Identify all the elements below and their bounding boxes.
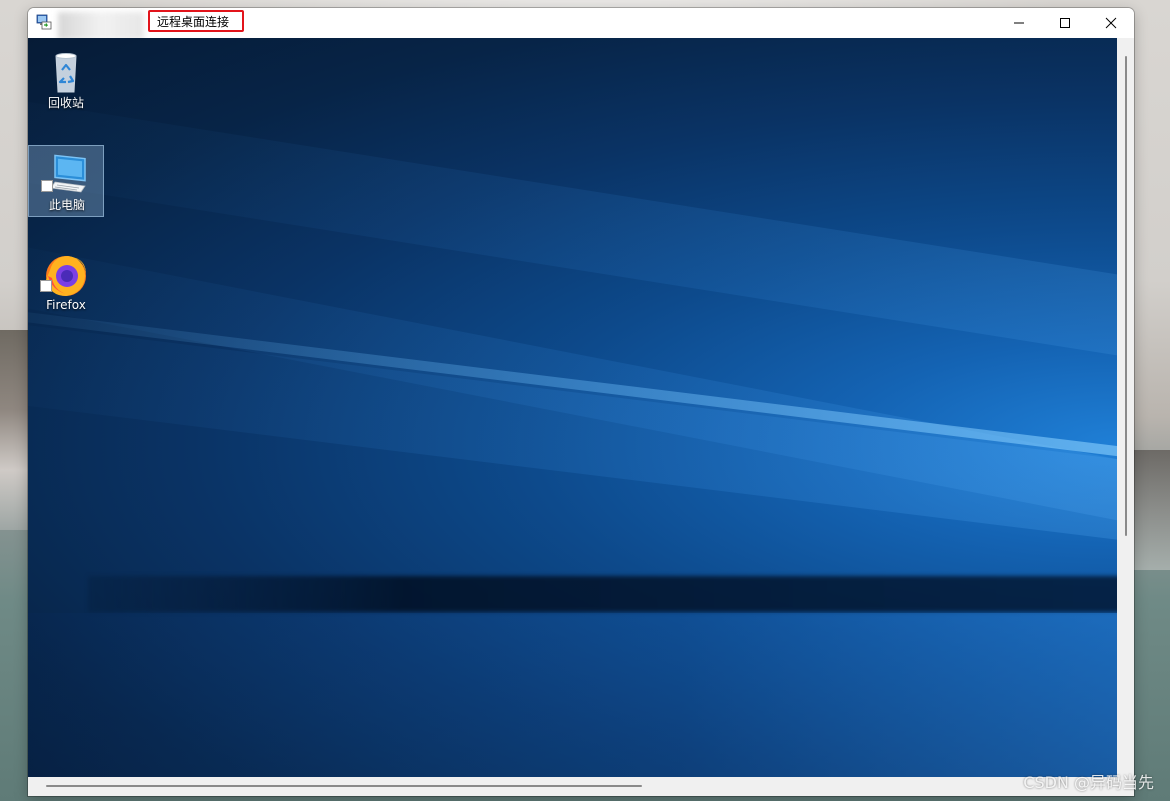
host-wallpaper-hill-right <box>1130 450 1170 570</box>
desktop-icon-recycle-bin[interactable]: 回收站 <box>28 44 104 116</box>
remote-desktop-screen[interactable]: 回收站 此电脑 Firefox <box>28 38 1117 777</box>
minimize-icon <box>1014 22 1024 24</box>
wallpaper-light-beam <box>28 313 1117 564</box>
desktop-icon-firefox[interactable]: Firefox <box>28 246 104 318</box>
horizontal-scrollbar-thumb[interactable] <box>46 785 642 787</box>
vertical-scrollbar-thumb[interactable] <box>1125 56 1127 536</box>
desktop-icon-this-pc[interactable]: 此电脑 <box>28 145 104 217</box>
host-wallpaper-hill-left <box>0 330 30 530</box>
maximize-button[interactable] <box>1042 8 1088 38</box>
desktop-icon-label: Firefox <box>46 298 86 312</box>
maximize-icon <box>1060 18 1070 28</box>
shortcut-arrow-icon <box>40 280 52 292</box>
vertical-scrollbar[interactable] <box>1117 38 1134 777</box>
minimize-button[interactable] <box>996 8 1042 38</box>
desktop-icon-label: 此电脑 <box>48 198 85 212</box>
recycle-bin-icon <box>55 53 77 93</box>
close-icon <box>1105 17 1117 29</box>
close-button[interactable] <box>1088 8 1134 38</box>
desktop-icon-label: 回收站 <box>47 96 84 110</box>
title-highlight-box: 远程桌面连接 <box>148 10 244 32</box>
watermark: CSDN @异码当先 <box>1023 773 1154 792</box>
wallpaper-dark-band <box>88 576 1117 612</box>
shortcut-arrow-icon <box>41 180 53 192</box>
window-title: 远程桌面连接 <box>157 15 230 29</box>
title-bar[interactable]: 远程桌面连接 <box>28 8 1134 40</box>
remote-desktop-window: 远程桌面连接 回收站 此电脑 Firefox <box>28 8 1134 796</box>
blurred-host-name <box>58 12 144 40</box>
wallpaper-bottom-glow <box>28 613 1117 777</box>
horizontal-scrollbar[interactable] <box>28 777 1117 796</box>
remote-desktop-icon <box>36 14 52 30</box>
